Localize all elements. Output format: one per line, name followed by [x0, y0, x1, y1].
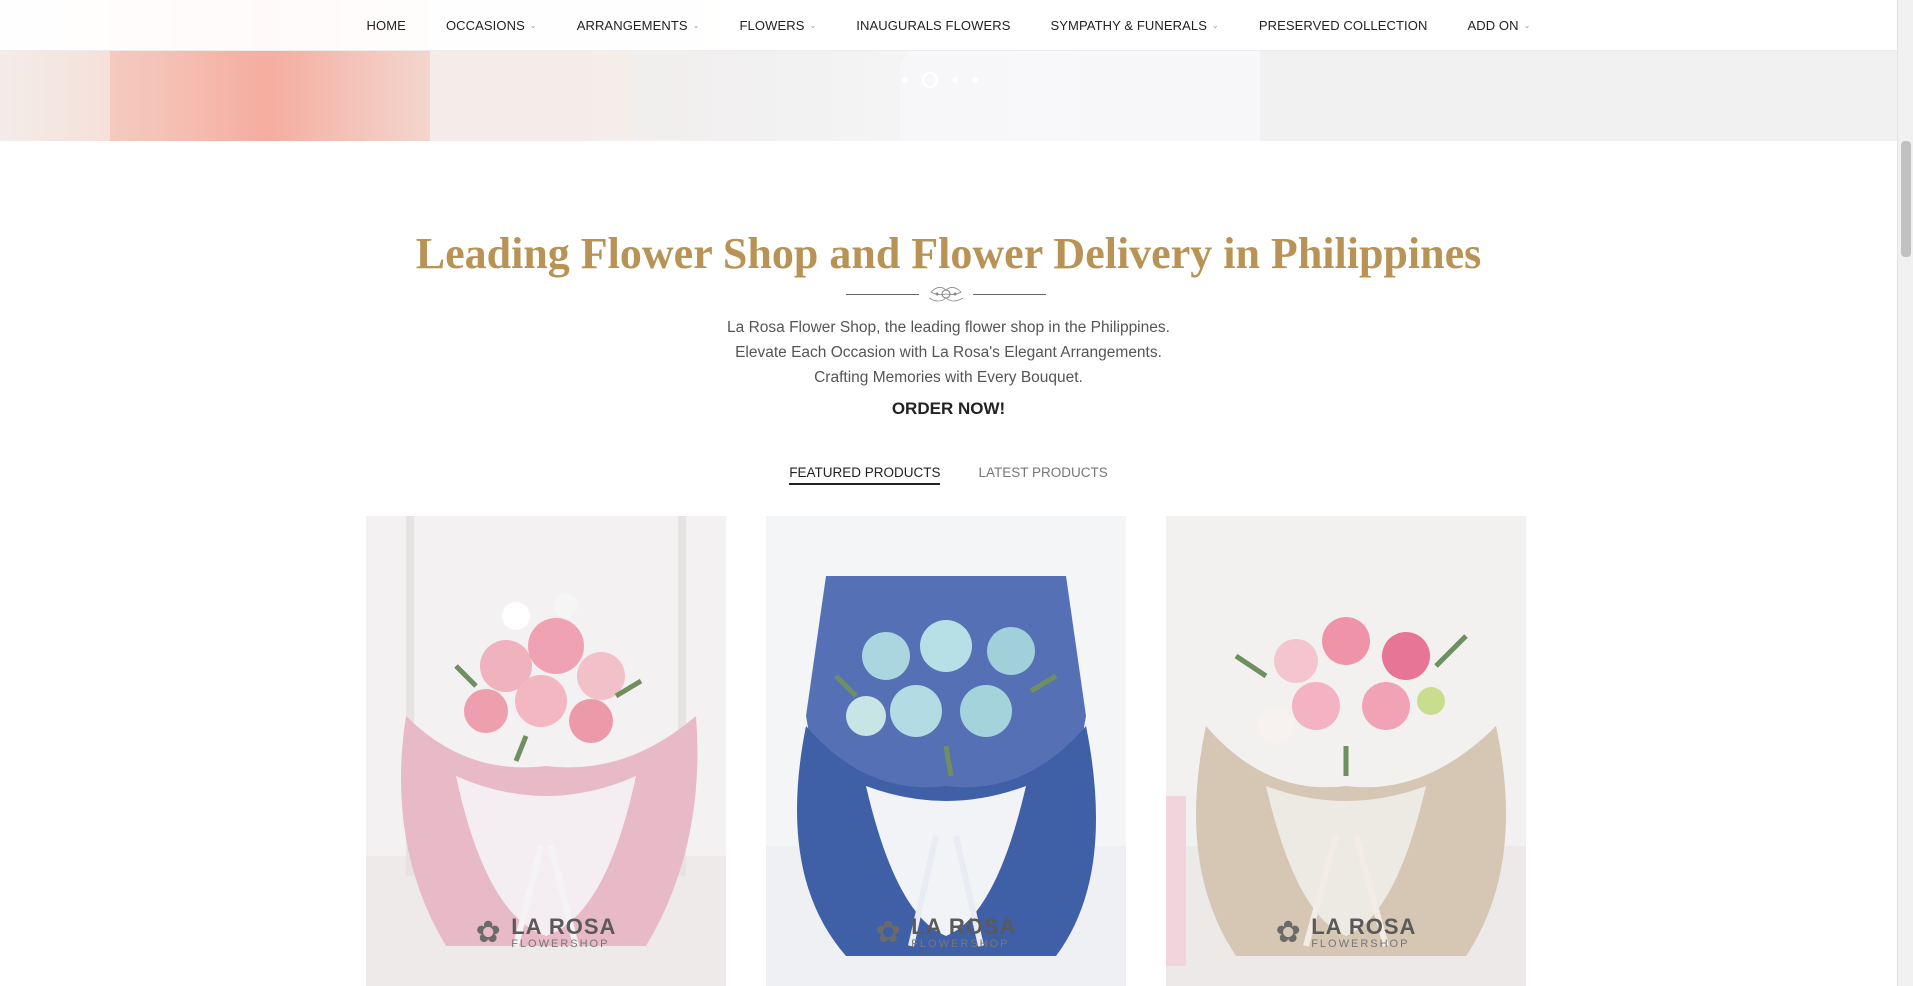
product-card[interactable]: ✿ LA ROSA FLOWERSHOP [1166, 516, 1526, 986]
chevron-down-icon: ⌄ [1523, 20, 1531, 30]
logo-sub-text: FLOWERSHOP [1311, 937, 1410, 950]
order-now-link[interactable]: ORDER NOW! [0, 399, 1897, 419]
chevron-down-icon: ⌄ [692, 20, 700, 30]
logo-brand-text: LA ROSA [511, 913, 617, 939]
nav-label: ARRANGEMENTS [576, 17, 688, 33]
product-card[interactable]: ✿ LA ROSA FLOWERSHOP [366, 516, 726, 986]
nav-item-home[interactable]: HOME [367, 18, 406, 33]
nav-item-add-on[interactable]: ADD ON ⌄ [1467, 18, 1530, 33]
intro-line: Elevate Each Occasion with La Rosa's Ele… [735, 344, 1162, 361]
ornament-divider [846, 284, 1046, 304]
nav-item-inaugurals-flowers[interactable]: INAUGURALS FLOWERS [856, 18, 1010, 33]
product-card[interactable]: ✿ LA ROSA FLOWERSHOP [766, 516, 1126, 986]
nav-label: FLOWERS [739, 17, 805, 33]
nav-label: PRESERVED COLLECTION [1258, 17, 1428, 33]
nav-item-flowers[interactable]: FLOWERS ⌄ [740, 18, 817, 33]
nav-label: OCCASIONS [445, 17, 525, 33]
chevron-down-icon: ⌄ [809, 20, 817, 30]
tab-featured-products[interactable]: FEATURED PRODUCTS [789, 465, 941, 485]
product-grid: ✿ LA ROSA FLOWERSHOP ✿ LA ROSA FLOWERSHO… [366, 516, 1526, 986]
rose-logo-icon: ✿ [875, 916, 901, 949]
brand-logo: ✿ LA ROSA FLOWERSHOP [1166, 915, 1526, 950]
rose-logo-icon: ✿ [475, 916, 501, 949]
nav-item-preserved-collection[interactable]: PRESERVED COLLECTION [1259, 18, 1428, 33]
brand-logo: ✿ LA ROSA FLOWERSHOP [766, 915, 1126, 950]
slider-dot[interactable] [902, 77, 908, 83]
nav-label: HOME [366, 17, 406, 33]
product-tabs: FEATURED PRODUCTS LATEST PRODUCTS [0, 465, 1897, 485]
intro-line: La Rosa Flower Shop, the leading flower … [727, 319, 1170, 336]
intro-line: Crafting Memories with Every Bouquet. [814, 369, 1083, 386]
tab-latest-products[interactable]: LATEST PRODUCTS [978, 465, 1107, 485]
scrollbar-thumb[interactable] [1901, 141, 1911, 257]
page-title: Leading Flower Shop and Flower Delivery … [415, 229, 1482, 278]
nav-label: ADD ON [1467, 17, 1519, 33]
nav-item-sympathy-funerals[interactable]: SYMPATHY & FUNERALS ⌄ [1051, 18, 1219, 33]
slider-dot[interactable] [952, 77, 958, 83]
slider-dot-active[interactable] [922, 72, 938, 88]
nav-label: SYMPATHY & FUNERALS [1050, 17, 1208, 33]
nav-item-arrangements[interactable]: ARRANGEMENTS ⌄ [577, 18, 700, 33]
chevron-down-icon: ⌄ [529, 20, 537, 30]
nav-label: INAUGURALS FLOWERS [856, 17, 1011, 33]
logo-sub-text: FLOWERSHOP [911, 937, 1010, 950]
nav-item-occasions[interactable]: OCCASIONS ⌄ [446, 18, 537, 33]
chevron-down-icon: ⌄ [1212, 20, 1219, 30]
slider-dot[interactable] [972, 77, 978, 83]
page-scrollbar[interactable] [1897, 0, 1913, 986]
slider-dots [902, 72, 978, 88]
intro-text: La Rosa Flower Shop, the leading flower … [0, 315, 1897, 390]
floral-ornament-icon [928, 287, 964, 302]
logo-brand-text: LA ROSA [1311, 913, 1417, 939]
main-nav: HOME OCCASIONS ⌄ ARRANGEMENTS ⌄ FLOWERS ⌄ I… [0, 0, 1897, 51]
logo-brand-text: LA ROSA [911, 913, 1017, 939]
rose-logo-icon: ✿ [1275, 916, 1301, 949]
logo-sub-text: FLOWERSHOP [511, 937, 610, 950]
brand-logo: ✿ LA ROSA FLOWERSHOP [366, 915, 726, 950]
